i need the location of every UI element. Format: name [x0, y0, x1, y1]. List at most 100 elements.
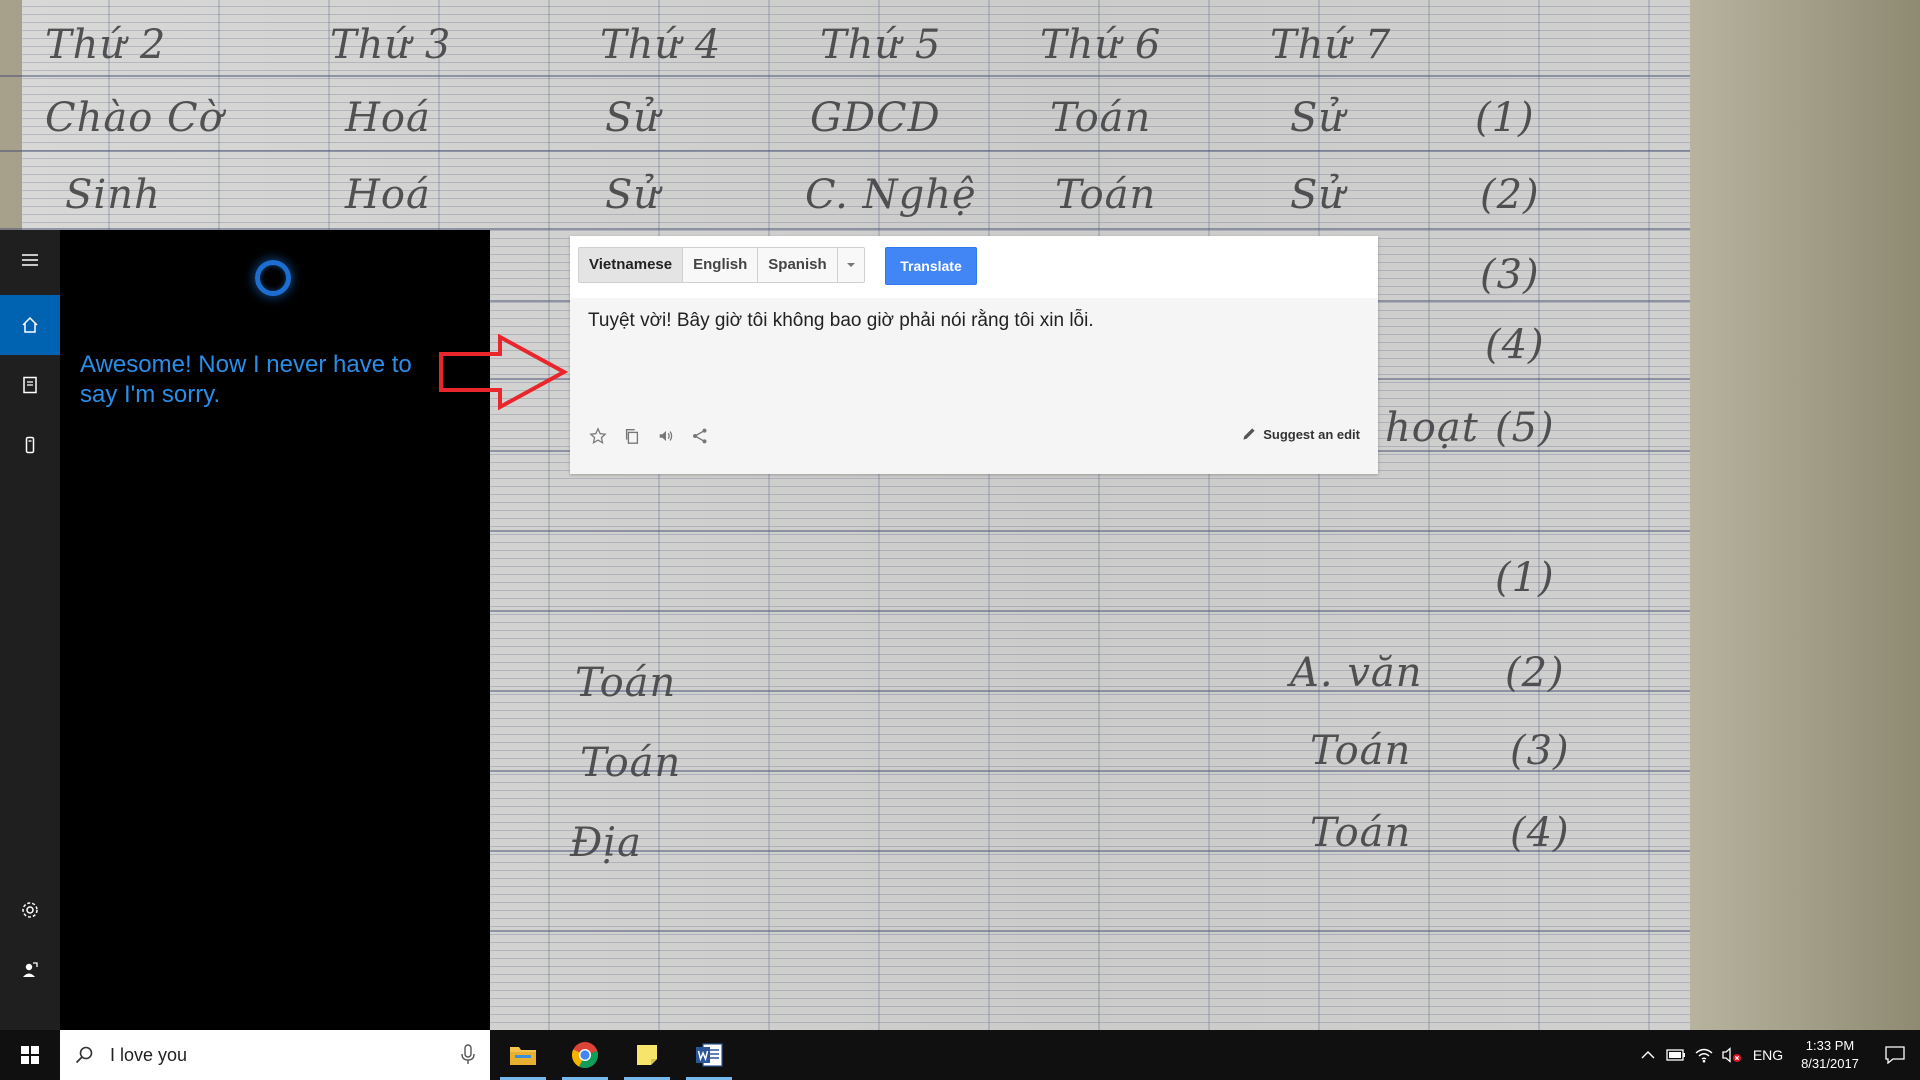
devices-button[interactable]: [0, 415, 60, 475]
language-tab-english[interactable]: English: [683, 248, 759, 282]
windows-logo-icon: [21, 1046, 39, 1064]
translation-result-box: Tuyệt vời! Bây giờ tôi không bao giờ phả…: [570, 298, 1378, 474]
handwriting: (2): [1480, 172, 1540, 218]
handwriting: GDCD: [810, 95, 941, 141]
chevron-up-icon: [1641, 1051, 1655, 1059]
handwriting: (1): [1495, 555, 1555, 601]
handwriting: (3): [1510, 728, 1570, 774]
handwriting: Hoá: [345, 172, 431, 218]
network-button[interactable]: [1690, 1030, 1718, 1080]
hamburger-menu-button[interactable]: [0, 230, 60, 290]
handwriting: Thứ 2: [45, 22, 167, 68]
settings-icon: [22, 902, 38, 918]
show-hidden-icons-button[interactable]: [1634, 1030, 1662, 1080]
handwriting: Thứ 7: [1270, 22, 1392, 68]
translation-result-text: Tuyệt vời! Bây giờ tôi không bao giờ phả…: [588, 310, 1094, 331]
handwriting: (5): [1495, 405, 1555, 451]
share-button[interactable]: [690, 426, 710, 446]
handwriting: Thứ 6: [1040, 22, 1162, 68]
handwriting: Sử: [605, 172, 661, 218]
notebook-rule-line: [0, 150, 1690, 152]
handwriting: Hoá: [345, 95, 431, 141]
taskbar: I love you ENG 1:33 PM 8/31/2017: [0, 1030, 1920, 1080]
cortana-search-box[interactable]: I love you: [60, 1030, 490, 1080]
clock-date: 8/31/2017: [1801, 1056, 1859, 1071]
sticky-notes-icon: [637, 1045, 657, 1065]
language-selector: Vietnamese English Spanish: [578, 247, 865, 283]
feedback-button[interactable]: [0, 940, 60, 1000]
taskbar-chrome[interactable]: [560, 1030, 610, 1080]
search-input-value[interactable]: I love you: [110, 1045, 187, 1066]
language-dropdown-button[interactable]: [838, 248, 864, 282]
handwriting: Toán: [1050, 95, 1152, 141]
suggest-edit-link[interactable]: Suggest an edit: [1241, 426, 1360, 442]
handwriting: Chào Cờ: [45, 95, 224, 141]
result-toolbar: [588, 426, 710, 446]
translate-button[interactable]: Translate: [885, 247, 977, 285]
handwriting: Toán: [1055, 172, 1157, 218]
battery-icon: [1666, 1049, 1685, 1061]
chrome-icon: [571, 1042, 598, 1069]
handwriting: Thứ 4: [600, 22, 722, 68]
handwriting: Sử: [1290, 172, 1346, 218]
clock[interactable]: 1:33 PM 8/31/2017: [1790, 1037, 1870, 1073]
notebook-button[interactable]: [0, 355, 60, 415]
system-tray: ENG 1:33 PM 8/31/2017: [1634, 1030, 1920, 1080]
handwriting: Thứ 3: [330, 22, 452, 68]
taskbar-file-explorer[interactable]: [498, 1030, 548, 1080]
handwriting: Toán: [1310, 728, 1412, 774]
clock-time: 1:33 PM: [1805, 1038, 1855, 1053]
notifications-icon: [1885, 1046, 1905, 1064]
battery-button[interactable]: [1662, 1030, 1690, 1080]
home-icon: [22, 316, 38, 333]
language-tab-vietnamese[interactable]: Vietnamese: [579, 248, 684, 282]
handwriting: (3): [1480, 252, 1540, 298]
listen-button[interactable]: [656, 426, 676, 446]
handwriting: (1): [1475, 95, 1535, 141]
handwriting: Toán: [580, 740, 682, 786]
copy-icon: [625, 429, 639, 444]
devices-icon: [25, 436, 35, 454]
cortana-reply-text: Awesome! Now I never have to say I'm sor…: [80, 351, 412, 408]
home-button[interactable]: [0, 295, 60, 355]
microphone-icon[interactable]: [460, 1044, 476, 1066]
cortana-logo-icon[interactable]: [255, 260, 291, 296]
settings-button[interactable]: [0, 880, 60, 940]
handwriting: (4): [1485, 322, 1545, 368]
handwriting: Thứ 5: [820, 22, 942, 68]
cortana-nav-rail: [0, 230, 60, 1030]
volume-button[interactable]: [1718, 1030, 1746, 1080]
photo-edge-right: [1690, 0, 1920, 1030]
translate-card: Vietnamese English Spanish Translate Tuy…: [570, 236, 1378, 474]
handwriting: hoạt: [1385, 405, 1479, 451]
handwriting: Sử: [1290, 95, 1346, 141]
handwriting: Sử: [605, 95, 661, 141]
cortana-panel: Awesome! Now I never have to say I'm sor…: [60, 230, 490, 1030]
input-language-indicator[interactable]: ENG: [1746, 1047, 1790, 1063]
hamburger-icon: [22, 254, 38, 266]
word-icon: [696, 1043, 723, 1067]
star-button[interactable]: [588, 426, 608, 446]
handwriting: Sinh: [65, 172, 161, 218]
pencil-icon: [1243, 428, 1255, 440]
start-button[interactable]: [0, 1030, 60, 1080]
copy-button[interactable]: [622, 426, 642, 446]
star-icon: [589, 427, 607, 445]
handwriting: C. Nghệ: [805, 172, 977, 218]
suggest-edit-label: Suggest an edit: [1263, 426, 1360, 442]
search-icon: [75, 1046, 93, 1064]
red-arrow-icon: [439, 334, 568, 410]
action-center-button[interactable]: [1870, 1030, 1920, 1080]
wifi-icon: [1695, 1048, 1713, 1063]
chevron-down-icon: [846, 263, 855, 267]
taskbar-word[interactable]: [684, 1030, 734, 1080]
handwriting: Toán: [575, 660, 677, 706]
share-icon: [693, 428, 707, 444]
handwriting: Địa: [570, 820, 642, 866]
file-explorer-icon: [510, 1047, 536, 1065]
language-tab-spanish[interactable]: Spanish: [758, 248, 838, 282]
speaker-icon: [659, 431, 673, 441]
volume-muted-icon: [1722, 1047, 1741, 1063]
taskbar-sticky-notes[interactable]: [622, 1030, 672, 1080]
notebook-icon: [23, 376, 37, 394]
